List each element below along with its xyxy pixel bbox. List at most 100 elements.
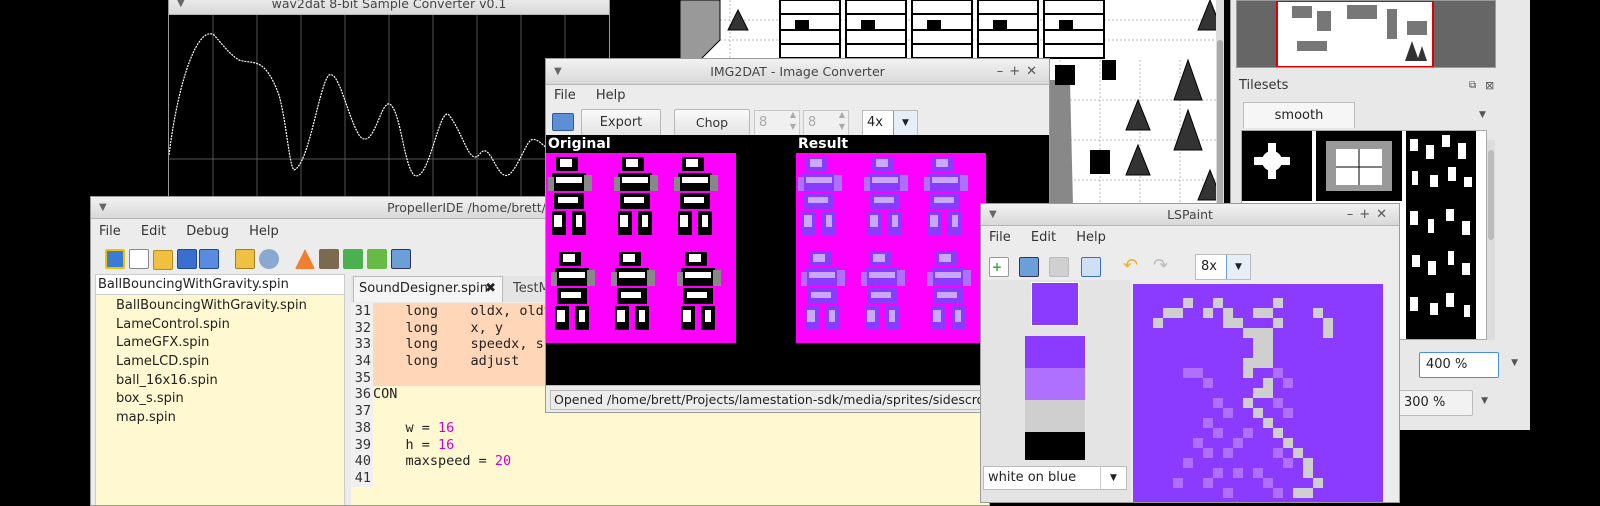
tileset-scrollbar[interactable]	[1487, 140, 1495, 340]
sprite-pixel-block	[864, 177, 870, 191]
palette-mode-select[interactable]: white on blue ▼	[983, 466, 1127, 490]
chevron-down-icon[interactable]: ▼	[1481, 396, 1488, 406]
spin-arrows-icon[interactable]: ▲ ▼	[839, 109, 845, 133]
chop-width-spinbox[interactable]: 8 ▲ ▼	[754, 110, 800, 136]
palette-color-3[interactable]	[1025, 432, 1085, 460]
window-menu-icon[interactable]: ▼	[177, 0, 185, 15]
menu-edit[interactable]: Edit	[141, 224, 166, 239]
tileset-tab-smooth[interactable]: smooth	[1243, 102, 1355, 128]
panel-float-icon[interactable]: ⧉	[1469, 80, 1476, 91]
sprite-pixel-block	[806, 177, 832, 183]
code-text: oldx, oldy	[470, 303, 552, 319]
open-folder-icon[interactable]	[552, 113, 574, 131]
chevron-down-icon[interactable]: ▼	[1511, 358, 1518, 368]
file-item[interactable]: LameControl.spin	[96, 316, 344, 335]
sprite-pixel-block	[811, 292, 831, 298]
redo-icon[interactable]: ↷	[1153, 257, 1173, 277]
download-ram-icon[interactable]	[343, 249, 363, 269]
code-keyword: long	[405, 353, 439, 370]
new-file-icon[interactable]	[129, 249, 149, 269]
identify-icon[interactable]	[295, 249, 315, 269]
download-eeprom-icon[interactable]	[367, 249, 387, 269]
panel-close-icon[interactable]: ⊠	[1485, 79, 1494, 92]
spin-arrows-icon[interactable]: ▲ ▼	[790, 109, 796, 133]
status-text: Opened /home/brett/Projects/lamestation-…	[550, 390, 1047, 410]
sprite-pixel-block	[650, 175, 658, 191]
line-number: 34	[351, 353, 373, 370]
zoom-select[interactable]: 4x ▼	[862, 110, 918, 136]
line-number: 35	[351, 369, 373, 387]
menu-help[interactable]: Help	[249, 224, 279, 239]
file-item[interactable]: map.spin	[96, 409, 344, 428]
paint-pixel	[1263, 338, 1273, 348]
code-line[interactable]: 39 h = 16	[351, 436, 989, 454]
window-controls[interactable]: –+✕	[997, 59, 1043, 85]
menu-edit[interactable]: Edit	[1031, 230, 1056, 245]
minimap[interactable]	[1236, 0, 1496, 68]
file-item[interactable]: LameLCD.spin	[96, 353, 344, 372]
close-tab-icon[interactable]: ✖	[485, 277, 496, 301]
paint-pixel	[1273, 398, 1283, 408]
build-hammer-icon[interactable]	[319, 249, 339, 269]
current-color-swatch[interactable]	[1031, 282, 1079, 326]
zoom-combo-400[interactable]: 400 % ▼	[1419, 352, 1518, 378]
window-menu-icon[interactable]: ▼	[989, 204, 997, 226]
zoom-select[interactable]: 8x ▼	[1195, 254, 1251, 280]
wrench-icon[interactable]	[259, 249, 279, 269]
menu-help[interactable]: Help	[1076, 230, 1106, 245]
code-text: x, y	[470, 319, 504, 336]
chop-image-toggle[interactable]: Chop image	[674, 109, 750, 156]
window-menu-icon[interactable]: ▼	[554, 59, 562, 85]
tileset-tabs-menu-icon[interactable]: ▼	[1479, 110, 1486, 120]
code-line[interactable]: 38 w = 16	[351, 419, 989, 437]
open-folder-icon[interactable]	[1019, 257, 1039, 277]
file-item[interactable]: box_s.spin	[96, 390, 344, 409]
img2dat-titlebar[interactable]: ▼ IMG2DAT - Image Converter –+✕	[546, 59, 1049, 85]
sprite-pixel-block	[955, 310, 961, 322]
line-number: 33	[351, 336, 373, 354]
tab-sounddesigner[interactable]: SoundDesigner.spin ✖	[353, 276, 503, 302]
window-menu-icon[interactable]: ▼	[99, 197, 107, 219]
project-browser-icon[interactable]	[235, 249, 255, 269]
menu-file[interactable]: File	[99, 224, 121, 239]
file-item[interactable]: LameGFX.spin	[96, 334, 344, 353]
paint-canvas[interactable]	[1133, 284, 1383, 502]
chevron-down-icon[interactable]: ▼	[893, 111, 917, 135]
chevron-down-icon[interactable]: ▼	[1226, 255, 1250, 279]
lspaint-titlebar[interactable]: ▼ LSPaint –+✕	[981, 204, 1399, 226]
zoom-400-value[interactable]: 400 %	[1426, 357, 1467, 372]
zoom-300-value[interactable]: 300 %	[1404, 395, 1445, 410]
chop-height-spinbox[interactable]: 8 ▲ ▼	[803, 110, 849, 136]
paint-pixel	[1273, 368, 1283, 378]
menu-file[interactable]: File	[554, 88, 576, 103]
open-folder-icon[interactable]	[153, 250, 173, 270]
terminal-icon[interactable]	[391, 249, 411, 269]
undo-icon[interactable]: ↶	[1123, 257, 1143, 277]
project-root-field[interactable]: BallBouncingWithGravity.spin	[96, 275, 344, 295]
save-icon-disabled[interactable]	[1049, 257, 1069, 277]
menu-debug[interactable]: Debug	[186, 224, 229, 239]
paint-pixel	[1223, 408, 1233, 418]
window-controls[interactable]: –+✕	[1347, 204, 1393, 226]
wav2dat-titlebar[interactable]: ▼ wav2dat 8-bit Sample Converter v0.1	[169, 0, 609, 15]
new-project-icon[interactable]	[105, 249, 125, 269]
code-text: h =	[405, 436, 439, 453]
file-item[interactable]: ball_16x16.spin	[96, 372, 344, 391]
file-item[interactable]: BallBouncingWithGravity.spin	[96, 297, 344, 316]
palette-color-1[interactable]	[1025, 368, 1085, 400]
palette-color-2[interactable]	[1025, 400, 1085, 432]
sprite-pixel-block	[677, 272, 683, 286]
code-line[interactable]: 40 maxspeed = 20	[351, 453, 989, 470]
code-line[interactable]: 41	[351, 469, 989, 487]
save-as-icon[interactable]	[1081, 257, 1101, 277]
menu-file[interactable]: File	[989, 230, 1011, 245]
menu-help[interactable]: Help	[596, 88, 626, 103]
save-icon[interactable]	[177, 249, 197, 269]
chevron-down-icon[interactable]: ▼	[1100, 467, 1126, 489]
zoom-combo-300[interactable]: 300 % ▼	[1393, 390, 1488, 416]
save-all-icon[interactable]	[199, 249, 219, 269]
code-keyword: long	[405, 336, 439, 353]
palette-color-0[interactable]	[1025, 336, 1085, 368]
export-button[interactable]: Export	[581, 109, 661, 137]
new-image-icon[interactable]: +	[989, 257, 1009, 277]
